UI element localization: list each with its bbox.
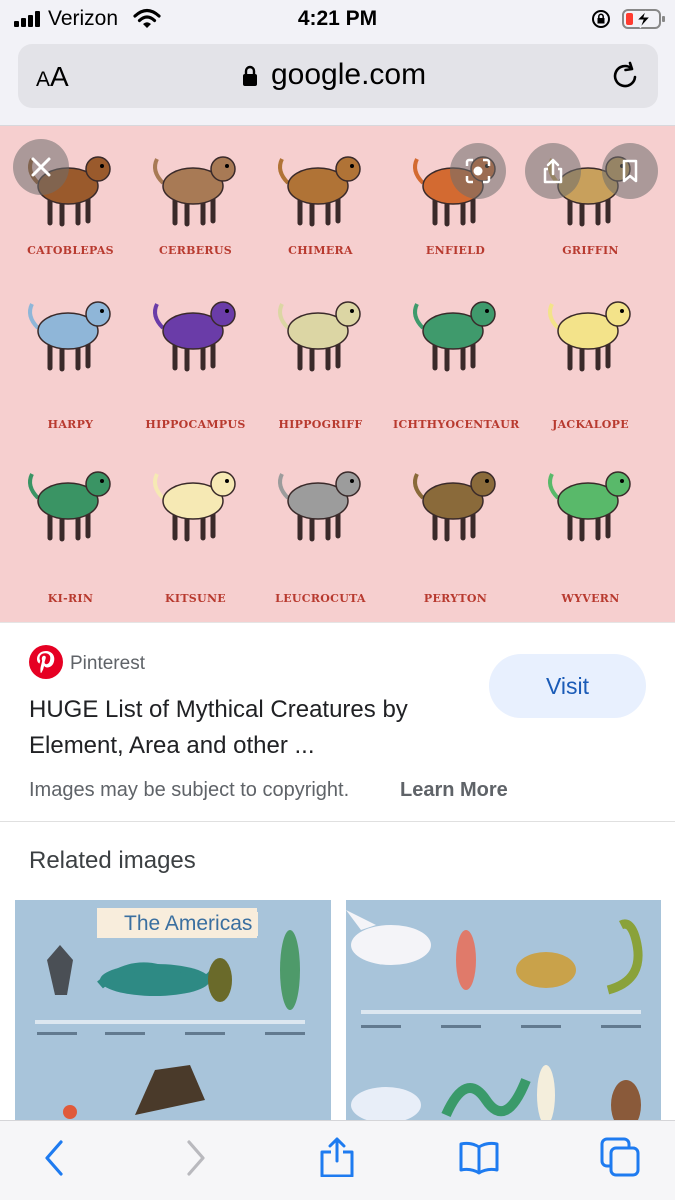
creature-label: ICHTHYOCENTAUR: [393, 418, 520, 431]
creature-label: CHIMERA: [288, 244, 353, 257]
browser-address-area: AA google.com: [0, 40, 675, 126]
lens-button[interactable]: [450, 143, 506, 199]
related-image-art: [346, 910, 643, 1120]
creature-label: HIPPOCAMPUS: [145, 418, 246, 431]
related-images-heading: Related images: [29, 847, 196, 874]
creature-label: WYVERN: [561, 592, 620, 605]
creature-label: KITSUNE: [165, 592, 226, 605]
creature-label: ENFIELD: [425, 244, 486, 257]
creature-illustration: PERYTON: [393, 446, 518, 605]
related-image-thumbnail[interactable]: The Americas: [15, 900, 331, 1120]
clock: 4:21 PM: [297, 7, 378, 30]
share-icon: [320, 1137, 354, 1178]
tabs-button[interactable]: [600, 1137, 640, 1177]
related-image-thumbnail[interactable]: [346, 900, 661, 1120]
pinterest-logo-icon: [29, 645, 63, 679]
source-name[interactable]: Pinterest: [70, 653, 145, 675]
creature-drawing: [278, 301, 361, 372]
save-button[interactable]: [602, 143, 658, 199]
share-button[interactable]: [525, 143, 581, 199]
chevron-left-icon: [45, 1140, 63, 1176]
rotation-lock-icon: [592, 10, 610, 28]
creature-label: HARPY: [47, 418, 94, 431]
creature-drawing: [153, 301, 236, 372]
creature-drawing: [413, 471, 496, 542]
creature-label: PERYTON: [423, 592, 488, 605]
chevron-right-icon: [187, 1140, 205, 1176]
copyright-notice: Images may be subject to copyright.: [29, 779, 350, 801]
source-row[interactable]: Pinterest: [29, 645, 429, 681]
browser-toolbar: [0, 1120, 675, 1200]
creature-illustration: KITSUNE: [133, 446, 258, 605]
creature-illustration: ICHTHYOCENTAUR: [393, 276, 519, 431]
reload-icon[interactable]: [610, 60, 642, 92]
creature-drawing: [278, 471, 361, 542]
creature-illustration: HARPY: [8, 276, 133, 431]
address-bar[interactable]: AA google.com: [18, 44, 658, 108]
creature-drawing: [413, 301, 496, 372]
creature-illustration: KI-RIN: [8, 446, 133, 605]
visit-button[interactable]: Visit: [489, 654, 646, 718]
bookmarks-button[interactable]: [459, 1137, 499, 1177]
close-button[interactable]: [13, 139, 69, 195]
image-preview[interactable]: CATOBLEPAS CERBERUS CHIMERA ENFIELD GRIFFIN H…: [0, 126, 675, 623]
creature-illustration: LEUCROCUTA: [258, 446, 383, 605]
creature-illustration: HIPPOCAMPUS: [133, 276, 258, 431]
back-button[interactable]: [35, 1137, 75, 1177]
creature-drawing: [153, 471, 236, 542]
share-icon: [543, 158, 563, 184]
page-domain[interactable]: google.com: [271, 58, 426, 92]
creature-illustration: JACKALOPE: [528, 276, 653, 431]
open-book-icon: [459, 1141, 499, 1175]
forward-button[interactable]: [175, 1137, 215, 1177]
tabs-icon: [600, 1137, 640, 1177]
share-page-button[interactable]: [317, 1137, 357, 1178]
divider: [0, 821, 675, 822]
padlock-icon: [243, 65, 257, 86]
bookmark-icon: [622, 159, 638, 183]
creature-illustration: CHIMERA: [258, 131, 383, 271]
creature-label: CATOBLEPAS: [27, 244, 114, 257]
creature-label: CERBERUS: [158, 244, 233, 257]
creature-illustration: CERBERUS: [133, 131, 258, 271]
close-icon: [31, 157, 51, 177]
learn-more-link[interactable]: Learn More: [400, 779, 508, 802]
creature-drawing: [28, 471, 111, 542]
creature-drawing: [278, 156, 361, 227]
text-size-button[interactable]: AA: [36, 61, 69, 93]
creature-label: HIPPOGRIFF: [278, 418, 363, 431]
creature-label: KI-RIN: [47, 592, 94, 605]
creature-label: JACKALOPE: [552, 418, 629, 431]
creature-drawing: [548, 301, 631, 372]
creature-illustration: HIPPOGRIFF: [258, 276, 383, 431]
lens-icon: [465, 158, 491, 184]
creature-illustration: WYVERN: [528, 446, 653, 605]
creature-label: GRIFFIN: [562, 244, 619, 257]
creature-drawing: [548, 471, 631, 542]
related-image-banner: The Americas: [118, 912, 259, 936]
status-bar: Verizon 4:21 PM: [0, 0, 675, 40]
creature-label: LEUCROCUTA: [275, 592, 366, 605]
creature-drawing: [153, 156, 236, 227]
result-title[interactable]: HUGE List of Mythical Creatures by Eleme…: [29, 692, 479, 764]
creature-drawing: [28, 301, 111, 372]
battery-charging-icon: [622, 9, 665, 29]
